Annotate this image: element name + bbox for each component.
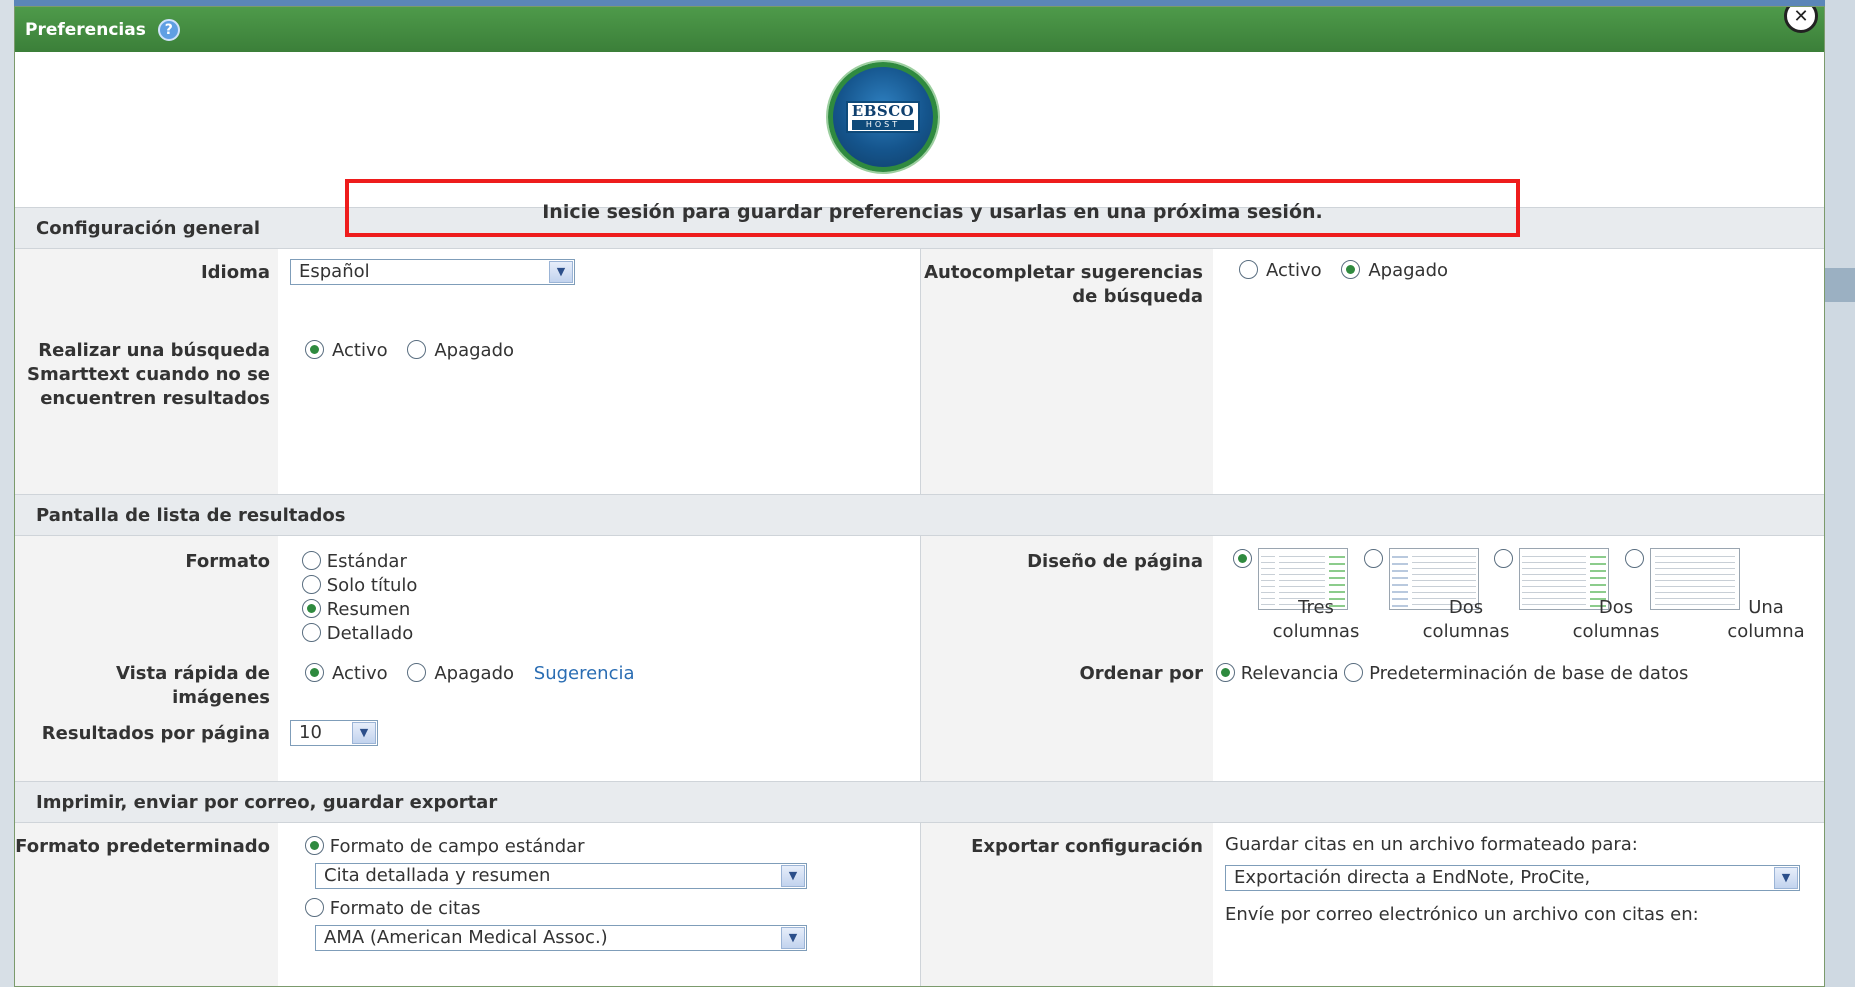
exportar-label: Exportar configuración [971, 836, 1203, 857]
por-pagina-value: 10 [299, 722, 322, 743]
formato-campo-select[interactable]: Cita detallada y resumen ▼ [315, 863, 807, 889]
ebscohost-logo: EBSCO HOST [828, 62, 938, 172]
autocompletar-activo-label: Activo [1266, 260, 1322, 281]
vista-rapida-radio-apagado[interactable] [407, 663, 427, 682]
login-notice-text: Inicie sesión para guardar preferencias … [542, 201, 1323, 223]
preferences-dialog: Preferencias ? ✕ EBSCO HOST Inicie sesió… [14, 6, 1825, 987]
diseno-caption-1: Tres columnas [1272, 597, 1360, 642]
smarttext-activo-label: Activo [332, 340, 388, 361]
ordenar-relevancia-label: Relevancia [1240, 663, 1339, 684]
help-icon[interactable]: ? [157, 18, 180, 41]
background-left-edge [0, 0, 14, 987]
section-general-title: Configuración general [36, 217, 261, 239]
chevron-down-icon: ▼ [549, 261, 573, 283]
section-export-body: Formato predeterminado Formato de campo … [15, 823, 1824, 986]
section-export-header: Imprimir, enviar por correo, guardar exp… [15, 781, 1824, 823]
chevron-down-icon: ▼ [352, 722, 376, 744]
ordenar-radio-relevancia[interactable] [1216, 663, 1235, 682]
diseno-caption-4: Una columna [1727, 597, 1805, 642]
formato-detallado-label: Detallado [326, 623, 414, 644]
section-results-header: Pantalla de lista de resultados [15, 494, 1824, 536]
background-right-edge [1825, 0, 1855, 987]
diseno-radio-dos-columnas-2[interactable] [1494, 549, 1514, 568]
smarttext-radio-activo[interactable] [305, 340, 324, 359]
autocompletar-label: Autocompletar sugerencias de búsqueda [924, 262, 1203, 307]
formato-radio-detallado[interactable] [302, 623, 321, 642]
vista-rapida-label: Vista rápida de imágenes [116, 663, 270, 708]
formato-radio-group: Estándar Solo título Resumen Detallado [302, 550, 417, 646]
formato-radio-resumen[interactable] [302, 599, 321, 618]
autocompletar-radio-apagado[interactable] [1341, 260, 1361, 279]
vista-rapida-radio-activo[interactable] [305, 663, 324, 682]
smarttext-apagado-label: Apagado [434, 340, 515, 361]
idioma-select[interactable]: Español ▼ [290, 259, 575, 285]
diseno-caption-3: Dos columnas [1572, 597, 1660, 642]
exportar-value: Exportación directa a EndNote, ProCite, [1234, 867, 1591, 888]
formato-campo-radio[interactable] [305, 836, 324, 855]
formato-solo-titulo-label: Solo título [326, 575, 418, 596]
smarttext-label: Realizar una búsqueda Smarttext cuando n… [27, 340, 270, 409]
export-right-column: Exportar configuración Guardar citas en … [921, 823, 1824, 986]
por-pagina-label: Resultados por página [41, 723, 270, 744]
formato-campo-value: Cita detallada y resumen [324, 865, 551, 886]
ordenar-predeterminacion-label: Predeterminación de base de datos [1369, 663, 1689, 684]
section-export-title: Imprimir, enviar por correo, guardar exp… [36, 791, 498, 813]
results-right-column: Diseño de página Tres columnas Dos colum… [921, 536, 1824, 781]
logo-area: EBSCO HOST Inicie sesión para guardar pr… [15, 52, 1824, 237]
formato-radio-estandar[interactable] [302, 551, 321, 570]
exportar-group: Guardar citas en un archivo formateado p… [1225, 833, 1805, 927]
background-band [1825, 268, 1855, 302]
formato-pred-group: Formato de campo estándar Cita detallada… [305, 835, 807, 959]
close-icon[interactable]: ✕ [1784, 7, 1818, 33]
chevron-down-icon: ▼ [781, 927, 805, 949]
por-pagina-select[interactable]: 10 ▼ [290, 720, 378, 746]
chevron-down-icon: ▼ [1774, 867, 1798, 889]
formato-citas-select[interactable]: AMA (American Medical Assoc.) ▼ [315, 925, 807, 951]
general-right-column: Autocompletar sugerencias de búsqueda Ac… [921, 249, 1824, 494]
dialog-title: Preferencias [25, 19, 146, 40]
autocompletar-radio-group: Activo Apagado [1239, 259, 1462, 283]
diseno-radio-dos-columnas-1[interactable] [1363, 549, 1383, 568]
section-general-body: Idioma Español ▼ Realizar una búsqueda S… [15, 249, 1824, 494]
formato-citas-radio[interactable] [305, 898, 324, 917]
vista-rapida-radio-group: Activo Apagado Sugerencia [305, 662, 635, 686]
formato-resumen-label: Resumen [326, 599, 411, 620]
formato-label: Formato [185, 551, 270, 572]
diseno-radio-tres-columnas[interactable] [1233, 549, 1252, 568]
idioma-label: Idioma [200, 262, 270, 283]
chevron-down-icon: ▼ [781, 865, 805, 887]
smarttext-radio-group: Activo Apagado [305, 339, 528, 363]
login-notice: Inicie sesión para guardar preferencias … [345, 179, 1520, 237]
autocompletar-radio-activo[interactable] [1239, 260, 1258, 279]
ordenar-label: Ordenar por [1079, 663, 1203, 684]
diseno-radio-una-columna[interactable] [1625, 549, 1645, 568]
section-results-body: Formato Estándar Solo título Resumen Det… [15, 536, 1824, 781]
diseno-label: Diseño de página [1027, 551, 1203, 572]
exportar-email-text: Envíe por correo electrónico un archivo … [1225, 904, 1699, 925]
exportar-save-text: Guardar citas en un archivo formateado p… [1225, 834, 1638, 855]
general-left-column: Idioma Español ▼ Realizar una búsqueda S… [15, 249, 921, 494]
logo-text-top: EBSCO [851, 102, 915, 120]
formato-estandar-label: Estándar [326, 551, 407, 572]
formato-campo-label: Formato de campo estándar [329, 836, 585, 857]
vista-rapida-activo-label: Activo [332, 663, 388, 684]
exportar-select[interactable]: Exportación directa a EndNote, ProCite, … [1225, 865, 1800, 891]
formato-radio-solo-titulo[interactable] [302, 575, 321, 594]
sugerencia-link[interactable]: Sugerencia [534, 663, 635, 684]
diseno-caption-2: Dos columnas [1422, 597, 1510, 642]
formato-pred-label: Formato predeterminado [15, 836, 270, 857]
ordenar-radio-predeterminacion[interactable] [1344, 663, 1364, 682]
formato-citas-value: AMA (American Medical Assoc.) [324, 927, 608, 948]
logo-text-bottom: HOST [851, 120, 915, 130]
formato-citas-label: Formato de citas [329, 898, 481, 919]
ordenar-radio-group: Relevancia Predeterminación de base de d… [1216, 662, 1816, 686]
dialog-titlebar: Preferencias ? ✕ [15, 7, 1824, 52]
idioma-value: Español [299, 261, 370, 282]
export-left-column: Formato predeterminado Formato de campo … [15, 823, 921, 986]
smarttext-radio-apagado[interactable] [407, 340, 427, 359]
section-results-title: Pantalla de lista de resultados [36, 504, 346, 526]
vista-rapida-apagado-label: Apagado [434, 663, 515, 684]
results-left-column: Formato Estándar Solo título Resumen Det… [15, 536, 921, 781]
autocompletar-apagado-label: Apagado [1368, 260, 1449, 281]
